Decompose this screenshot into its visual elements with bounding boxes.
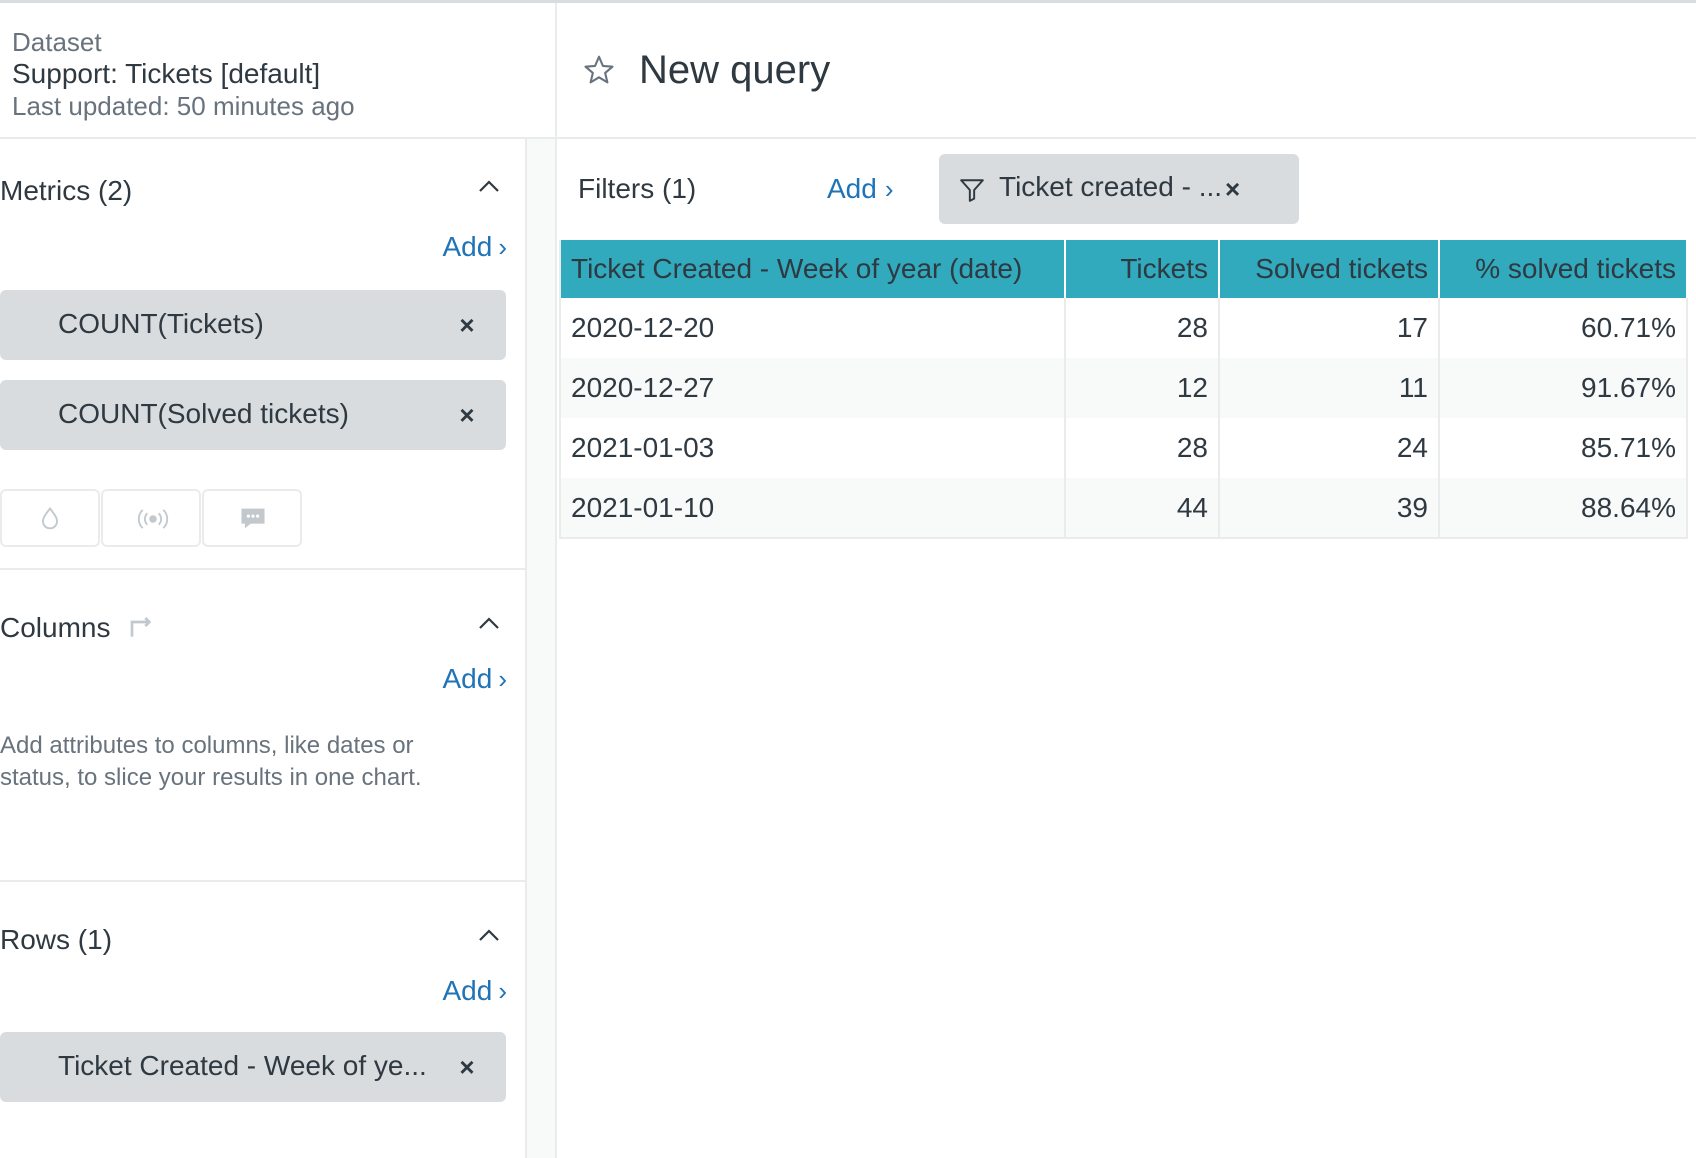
column-header[interactable]: Ticket Created - Week of year (date) — [560, 240, 1066, 298]
close-icon[interactable]: × — [458, 310, 476, 340]
table-cell: 85.71% — [1439, 418, 1688, 478]
column-header[interactable]: % solved tickets — [1439, 240, 1688, 298]
column-header[interactable]: Tickets — [1065, 240, 1220, 298]
broadcast-button[interactable] — [101, 489, 201, 547]
swap-icon[interactable] — [124, 610, 156, 642]
close-icon[interactable]: × — [458, 1052, 476, 1082]
table-cell: 2021-01-03 — [560, 418, 1066, 478]
table-cell: 24 — [1219, 418, 1440, 478]
table-cell: 39 — [1219, 478, 1440, 538]
chevron-up-icon[interactable] — [478, 928, 500, 942]
comment-button[interactable] — [202, 489, 302, 547]
add-row-label: Add — [442, 975, 493, 1006]
add-metric-label: Add — [442, 231, 493, 262]
table-cell: 91.67% — [1439, 358, 1688, 418]
query-title[interactable]: New query — [639, 48, 830, 93]
dataset-last-updated: Last updated: 50 minutes ago — [12, 91, 355, 121]
row-pill-label: Ticket Created - Week of ye... — [58, 1050, 427, 1081]
filter-pill-label: Ticket created - ... — [999, 171, 1223, 202]
star-icon[interactable] — [581, 53, 617, 89]
filter-icon — [960, 179, 984, 202]
table-cell: 2020-12-20 — [560, 298, 1066, 358]
rows-title: Rows (1) — [0, 924, 113, 955]
dataset-label: Dataset — [12, 27, 102, 57]
table-cell: 60.71% — [1439, 298, 1688, 358]
add-filter-button[interactable]: Add › — [827, 173, 894, 205]
close-icon[interactable]: × — [458, 400, 476, 430]
table-cell: 11 — [1219, 358, 1440, 418]
metric-pill-label: COUNT(Tickets) — [58, 308, 264, 339]
metric-pill-label: COUNT(Solved tickets) — [58, 398, 349, 429]
table-cell: 17 — [1219, 298, 1440, 358]
dataset-header: Dataset Support: Tickets [default] Last … — [0, 3, 557, 139]
chevron-right-icon: › — [498, 664, 507, 694]
filters-label: Filters (1) — [578, 173, 697, 204]
table-row: 2020-12-20 28 17 60.71% — [560, 298, 1688, 358]
drop-icon — [42, 506, 58, 530]
sidebar-resize-gutter[interactable] — [527, 139, 557, 1158]
table-cell: 44 — [1065, 478, 1220, 538]
chevron-up-icon[interactable] — [478, 179, 500, 193]
add-metric-button[interactable]: Add › — [443, 231, 508, 263]
table-cell: 2021-01-10 — [560, 478, 1066, 538]
table-header-row: Ticket Created - Week of year (date) Tic… — [560, 240, 1688, 298]
metrics-title: Metrics (2) — [0, 175, 133, 206]
table-row: 2020-12-27 12 11 91.67% — [560, 358, 1688, 418]
column-header[interactable]: Solved tickets — [1219, 240, 1440, 298]
broadcast-icon — [137, 509, 169, 529]
rows-section: Rows (1) Add › Ticket Created - Week of y… — [0, 882, 527, 1158]
add-row-button[interactable]: Add › — [443, 975, 508, 1007]
dataset-name[interactable]: Support: Tickets [default] — [12, 58, 320, 90]
comment-icon — [241, 508, 265, 529]
table-row: 2021-01-03 28 24 85.71% — [560, 418, 1688, 478]
add-column-button[interactable]: Add › — [443, 663, 508, 695]
result-table: Ticket Created - Week of year (date) Tic… — [559, 240, 1688, 539]
chevron-up-icon[interactable] — [478, 616, 500, 630]
columns-section: Columns Add › Add attributes to columns, … — [0, 570, 527, 882]
table-cell: 2020-12-27 — [560, 358, 1066, 418]
row-pill[interactable]: Ticket Created - Week of ye... × — [0, 1032, 506, 1102]
table-row: 2021-01-10 44 39 88.64% — [560, 478, 1688, 538]
drop-button[interactable] — [0, 489, 100, 547]
add-column-label: Add — [442, 663, 493, 694]
chevron-right-icon: › — [498, 976, 507, 1006]
add-filter-label: Add — [827, 173, 877, 204]
close-icon[interactable]: × — [1225, 174, 1240, 205]
query-sidebar: Metrics (2) Add › COUNT(Tickets) × COUNT(… — [0, 139, 527, 1158]
metrics-section: Metrics (2) Add › COUNT(Tickets) × COUNT(… — [0, 139, 527, 570]
table-cell: 28 — [1065, 418, 1220, 478]
table-cell: 88.64% — [1439, 478, 1688, 538]
filters-bar: Filters (1) Add › Ticket created - ... × — [557, 139, 1696, 239]
chevron-right-icon: › — [498, 232, 507, 262]
columns-title: Columns — [0, 612, 111, 643]
filter-pill[interactable]: Ticket created - ... × — [939, 154, 1299, 224]
columns-hint: Add attributes to columns, like dates or… — [0, 732, 422, 791]
table-cell: 28 — [1065, 298, 1220, 358]
query-header: New query — [557, 3, 1696, 139]
table-cell: 12 — [1065, 358, 1220, 418]
metric-pill[interactable]: COUNT(Solved tickets) × — [0, 380, 506, 450]
chevron-right-icon: › — [884, 174, 894, 204]
metric-pill[interactable]: COUNT(Tickets) × — [0, 290, 506, 360]
